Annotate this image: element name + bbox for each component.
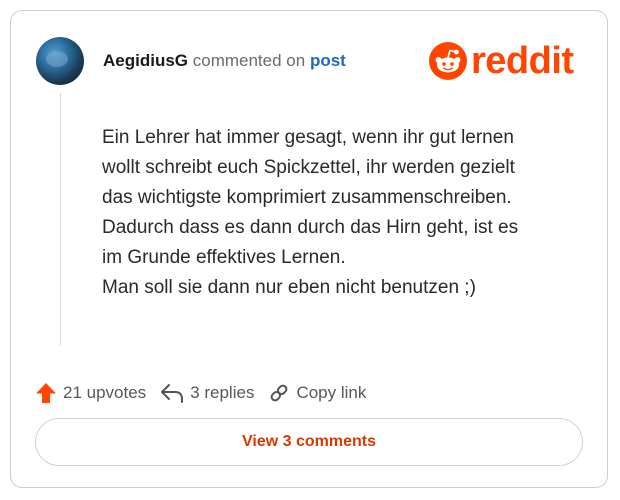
replies-count: 3 replies — [190, 383, 255, 402]
comment-line: Dadurch dass es dann durch das Hirn geht… — [102, 217, 519, 238]
commented-on-text: commented on — [192, 51, 306, 70]
reddit-wordmark: reddit — [471, 40, 574, 82]
post-link[interactable]: post — [310, 51, 346, 70]
thread-line — [60, 93, 61, 345]
upvote-arrow-icon — [36, 383, 56, 403]
username-link[interactable]: AegidiusG — [103, 51, 188, 70]
view-comments-button[interactable]: View 3 comments — [35, 418, 583, 466]
upvotes-count: 21 upvotes — [63, 383, 147, 402]
replies-button[interactable]: 3 replies — [160, 382, 254, 404]
copy-link-button[interactable]: Copy link — [268, 382, 366, 404]
comment-card: AegidiusG commented on post reddit Ein L… — [10, 10, 608, 488]
reply-arrow-icon — [161, 384, 184, 403]
comment-actions: 21 upvotes 3 replies Copy link — [35, 379, 380, 407]
comment-body: Ein Lehrer hat immer gesagt, wenn ihr gu… — [102, 123, 582, 303]
upvote-button[interactable]: 21 upvotes — [35, 382, 146, 404]
link-icon — [271, 384, 288, 402]
comment-meta: AegidiusG commented on post — [103, 51, 346, 71]
user-avatar[interactable] — [36, 37, 84, 85]
reddit-snoo-icon — [429, 42, 467, 80]
comment-line: Ein Lehrer hat immer gesagt, wenn ihr gu… — [102, 127, 514, 148]
comment-line: Man soll sie dann nur eben nicht benutze… — [102, 277, 476, 298]
reddit-logo[interactable]: reddit — [429, 41, 589, 81]
comment-line: das wichtigste komprimiert zusammenschre… — [102, 187, 512, 208]
comment-line: im Grunde effektives Lernen. — [102, 247, 346, 268]
copy-link-label: Copy link — [296, 383, 367, 402]
comment-line: wollt schreibt euch Spickzettel, ihr wer… — [102, 157, 515, 178]
